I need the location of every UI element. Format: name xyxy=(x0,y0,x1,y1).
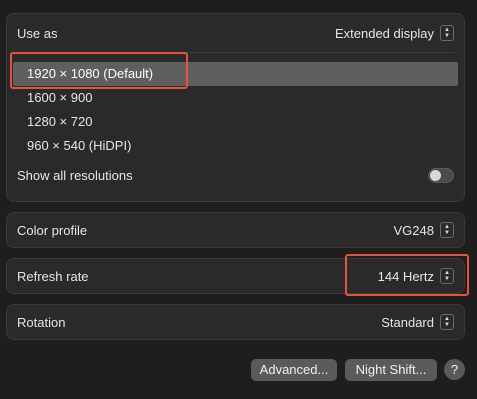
use-as-value: Extended display xyxy=(334,25,434,41)
rotation-panel: Rotation Standard ▲ ▼ xyxy=(6,304,465,340)
color-profile-panel: Color profile VG248 ▲ ▼ xyxy=(6,212,465,248)
chevron-updown-icon: ▲ ▼ xyxy=(440,314,454,330)
advanced-button[interactable]: Advanced... xyxy=(251,359,337,381)
divider xyxy=(17,52,454,53)
color-profile-value: VG248 xyxy=(393,222,434,238)
chevron-updown-icon: ▲ ▼ xyxy=(440,25,454,41)
help-button[interactable]: ? xyxy=(444,359,465,380)
color-profile-row: Color profile VG248 ▲ ▼ xyxy=(17,213,454,247)
show-all-label: Show all resolutions xyxy=(17,167,133,183)
refresh-rate-panel: Refresh rate 144 Hertz ▲ ▼ xyxy=(6,258,465,294)
rotation-value: Standard xyxy=(381,314,434,330)
resolution-item-1920x1080[interactable]: 1920 × 1080 (Default) xyxy=(13,62,458,86)
show-all-toggle[interactable] xyxy=(428,167,454,183)
use-as-label: Use as xyxy=(17,25,58,41)
resolution-item-960x540[interactable]: 960 × 540 (HiDPI) xyxy=(13,134,458,158)
resolution-list: 1920 × 1080 (Default) 1600 × 900 1280 × … xyxy=(13,62,458,158)
chevron-updown-icon: ▲ ▼ xyxy=(440,268,454,284)
color-profile-popup[interactable]: VG248 ▲ ▼ xyxy=(394,222,454,238)
rotation-row: Rotation Standard ▲ ▼ xyxy=(17,305,454,339)
refresh-rate-value: 144 Hertz xyxy=(377,268,434,284)
rotation-label: Rotation xyxy=(17,314,66,330)
use-as-popup[interactable]: Extended display ▲ ▼ xyxy=(335,25,454,41)
refresh-rate-popup[interactable]: 144 Hertz ▲ ▼ xyxy=(378,268,454,284)
resolution-item-1280x720[interactable]: 1280 × 720 xyxy=(13,110,458,134)
show-all-row: Show all resolutions xyxy=(17,162,454,188)
use-as-row: Use as Extended display ▲ ▼ xyxy=(17,14,454,52)
chevron-updown-icon: ▲ ▼ xyxy=(440,222,454,238)
night-shift-button[interactable]: Night Shift... xyxy=(345,359,437,381)
resolution-item-1600x900[interactable]: 1600 × 900 xyxy=(13,86,458,110)
toggle-knob xyxy=(430,169,441,181)
rotation-popup[interactable]: Standard ▲ ▼ xyxy=(381,314,454,330)
refresh-rate-label: Refresh rate xyxy=(17,268,89,284)
color-profile-label: Color profile xyxy=(17,222,88,238)
display-panel: Use as Extended display ▲ ▼ 1920 × 1080 (… xyxy=(6,13,465,202)
refresh-rate-row: Refresh rate 144 Hertz ▲ ▼ xyxy=(17,259,454,293)
